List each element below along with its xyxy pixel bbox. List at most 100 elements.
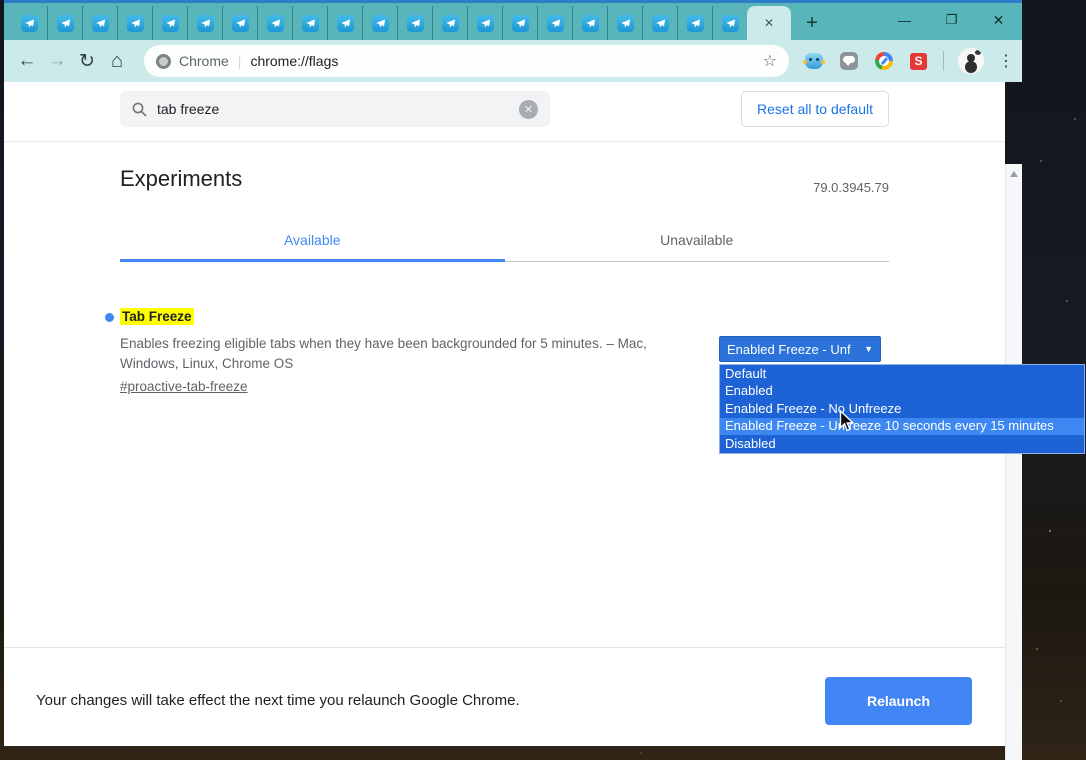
browser-tab-telegram[interactable] (362, 6, 397, 40)
browser-tab-telegram[interactable] (187, 6, 222, 40)
browser-tab-telegram[interactable] (12, 6, 47, 40)
browser-tab-telegram[interactable] (292, 6, 327, 40)
background-tabs (12, 6, 747, 40)
page-scrollbar[interactable] (1005, 164, 1022, 760)
extension-line-icon[interactable] (840, 52, 858, 70)
reset-all-button[interactable]: Reset all to default (741, 91, 889, 127)
telegram-icon (476, 14, 494, 32)
minimize-button[interactable]: — (881, 5, 928, 35)
browser-tab-telegram[interactable] (82, 6, 117, 40)
star-speck (1040, 160, 1042, 162)
browser-menu-icon[interactable]: ⋮ (998, 51, 1014, 71)
browser-tab-telegram[interactable] (117, 6, 152, 40)
telegram-icon (686, 14, 704, 32)
tab-close-icon[interactable]: ✕ (764, 17, 774, 29)
tab-strip: ✕ + — ❐ ✕ (4, 3, 1022, 40)
telegram-icon (721, 14, 739, 32)
extension-s-badge-icon[interactable]: S (910, 52, 927, 70)
relaunch-footer-bar: Your changes will take effect the next t… (4, 647, 1005, 746)
relaunch-button[interactable]: Relaunch (825, 677, 972, 725)
tab-unavailable[interactable]: Unavailable (504, 222, 889, 262)
flag-options-menu: Default Enabled Enabled Freeze - No Unfree… (719, 364, 1085, 454)
extensions-row: S (803, 52, 927, 70)
relaunch-message: Your changes will take effect the next t… (36, 692, 520, 709)
browser-tab-telegram[interactable] (607, 6, 642, 40)
star-speck (1074, 118, 1076, 120)
browser-tab-telegram[interactable] (572, 6, 607, 40)
telegram-icon (21, 14, 38, 32)
dropdown-option[interactable]: Enabled Freeze - Unfreeze 10 seconds eve… (720, 417, 1084, 435)
flag-select-value: Enabled Freeze - Unf (727, 341, 851, 357)
window-controls: — ❐ ✕ (881, 5, 1022, 35)
window-close-button[interactable]: ✕ (975, 5, 1022, 35)
tab-available[interactable]: Available (120, 222, 505, 262)
browser-tab-telegram[interactable] (47, 6, 82, 40)
dropdown-option[interactable]: Enabled Freeze - No Unfreeze (720, 400, 1084, 418)
telegram-icon (301, 14, 319, 32)
home-button[interactable]: ⌂ (102, 50, 132, 73)
telegram-icon (546, 14, 564, 32)
flag-name-highlighted: Tab Freeze (120, 308, 194, 325)
divider (4, 141, 1005, 142)
flag-entry-tab-freeze: Tab Freeze Enables freezing eligible tab… (105, 308, 705, 396)
flag-description: Enables freezing eligible tabs when they… (120, 336, 647, 371)
browser-tab-telegram[interactable] (677, 6, 712, 40)
browser-tab-telegram[interactable] (537, 6, 572, 40)
flags-tab-bar: Available Unavailable (120, 222, 889, 262)
telegram-icon (511, 14, 529, 32)
browser-tab-telegram[interactable] (432, 6, 467, 40)
new-tab-button[interactable]: + (799, 8, 825, 38)
browser-tab-telegram[interactable] (397, 6, 432, 40)
chrome-version: 79.0.3945.79 (813, 180, 889, 195)
address-bar[interactable]: Chrome | chrome://flags ☆ (144, 45, 789, 77)
star-speck (1066, 300, 1068, 302)
bookmark-star-icon[interactable]: ☆ (763, 51, 777, 71)
page-title: Experiments (120, 166, 243, 191)
chrome-logo-icon (156, 53, 171, 69)
telegram-icon (161, 14, 179, 32)
maximize-button[interactable]: ❐ (928, 5, 975, 35)
browser-window: ✕ + — ❐ ✕ ← → ↻ ⌂ Chrome | chrome://flag… (4, 0, 1085, 760)
clear-search-icon[interactable]: ✕ (519, 99, 538, 119)
telegram-icon (441, 14, 459, 32)
active-tab-flags[interactable]: ✕ (747, 6, 791, 40)
telegram-icon (56, 14, 74, 32)
browser-tab-telegram[interactable] (467, 6, 502, 40)
telegram-icon (126, 14, 144, 32)
browser-tab-telegram[interactable] (257, 6, 292, 40)
telegram-icon (651, 14, 669, 32)
profile-avatar[interactable] (958, 48, 984, 74)
chip-separator: | (237, 53, 242, 69)
browser-toolbar: ← → ↻ ⌂ Chrome | chrome://flags ☆ S ⋮ (4, 40, 1022, 82)
reload-button[interactable]: ↻ (72, 50, 102, 73)
flags-search-box[interactable]: ✕ (120, 91, 550, 127)
browser-tab-telegram[interactable] (327, 6, 362, 40)
flags-search-input[interactable] (157, 101, 519, 117)
extension-google-pencil-icon[interactable] (875, 52, 893, 70)
back-button[interactable]: ← (12, 50, 42, 72)
extension-mascot-icon[interactable] (803, 53, 823, 69)
chevron-down-icon: ▼ (864, 344, 873, 354)
scrollbar-up-icon[interactable] (1010, 171, 1018, 177)
browser-tab-telegram[interactable] (642, 6, 677, 40)
star-speck (640, 752, 642, 754)
flag-select-dropdown[interactable]: Enabled Freeze - Unf ▼ (719, 336, 881, 362)
dropdown-option[interactable]: Default (720, 365, 1084, 383)
telegram-icon (336, 14, 354, 32)
telegram-icon (231, 14, 249, 32)
browser-tab-telegram[interactable] (222, 6, 257, 40)
url-text[interactable]: chrome://flags (250, 53, 762, 69)
browser-tab-telegram[interactable] (152, 6, 187, 40)
browser-tab-telegram[interactable] (502, 6, 537, 40)
toolbar-separator (943, 51, 944, 71)
forward-button: → (47, 50, 67, 71)
flag-permalink[interactable]: #proactive-tab-freeze (120, 379, 248, 394)
dropdown-option[interactable]: Enabled (720, 383, 1084, 401)
site-chip-label: Chrome (179, 53, 229, 69)
mouse-cursor (839, 410, 855, 432)
telegram-icon (371, 14, 389, 32)
dropdown-option[interactable]: Disabled (720, 435, 1084, 453)
telegram-icon (91, 14, 109, 32)
flag-modified-dot (105, 313, 114, 322)
browser-tab-telegram[interactable] (712, 6, 747, 40)
